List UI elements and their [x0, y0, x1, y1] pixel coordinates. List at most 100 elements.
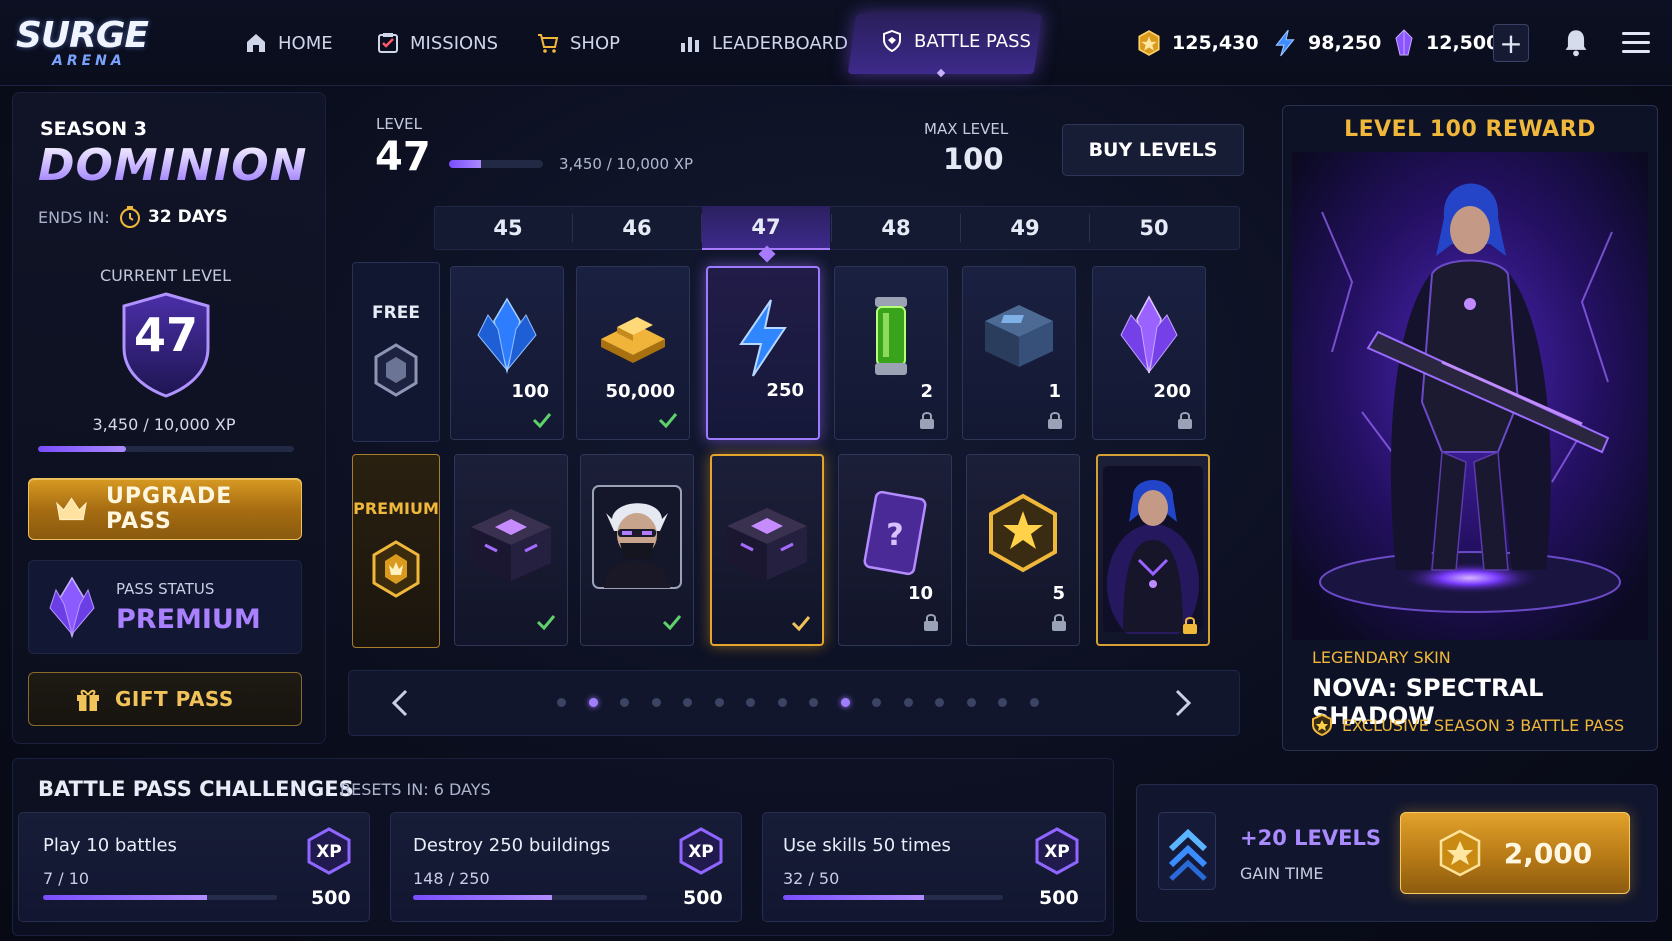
- reward-amount: 2: [920, 381, 933, 402]
- reward-amount: 5: [1052, 583, 1065, 604]
- nav-shop[interactable]: SHOP: [536, 26, 620, 60]
- level-boost-badge: [1158, 812, 1216, 890]
- challenge-card[interactable]: Destroy 250 buildings 148 / 250 XP 500: [390, 812, 742, 922]
- level-tab-46[interactable]: 46: [573, 206, 701, 250]
- reward-amount: 1: [1048, 381, 1061, 402]
- buy-boost-button[interactable]: 2,000: [1400, 812, 1630, 894]
- page-dot[interactable]: [1029, 698, 1039, 707]
- challenge-reward: 500: [683, 887, 723, 909]
- season-xp-bar-fill: [38, 446, 127, 452]
- current-level-label: CURRENT LEVEL: [100, 266, 232, 285]
- page-dot[interactable]: [714, 698, 724, 707]
- current-level-number: 47: [133, 308, 198, 362]
- reward-title: LEVEL 100 REWARD: [1344, 117, 1596, 142]
- lock-icon: [1052, 614, 1066, 631]
- challenge-reward: 500: [1039, 887, 1079, 909]
- challenge-progress-fill: [413, 895, 552, 900]
- nova-character-art[interactable]: [1292, 152, 1648, 640]
- challenge-name: Destroy 250 buildings: [413, 835, 611, 856]
- page-dot[interactable]: [746, 698, 755, 707]
- premium-reward-45[interactable]: [454, 454, 568, 646]
- gift-pass-button[interactable]: GIFT PASS: [28, 672, 302, 726]
- prev-page-button[interactable]: [383, 686, 417, 720]
- free-reward-47[interactable]: 250: [706, 266, 820, 440]
- notification-button[interactable]: [1562, 28, 1592, 58]
- gold-amount: 125,430: [1172, 32, 1259, 54]
- ends-in-value: 32 DAYS: [148, 207, 228, 227]
- page-dot[interactable]: [935, 698, 944, 707]
- free-reward-49[interactable]: 1: [962, 266, 1076, 440]
- cart-icon: [538, 34, 559, 53]
- level-tab-48[interactable]: 48: [832, 206, 960, 250]
- challenge-progress-bar: [413, 895, 647, 900]
- free-reward-45[interactable]: 100: [450, 266, 564, 440]
- page-dot[interactable]: [588, 698, 598, 707]
- premium-crystal-icon: [49, 576, 95, 638]
- free-reward-46[interactable]: 50,000: [576, 266, 690, 440]
- page-dot[interactable]: [903, 698, 913, 707]
- page-dot[interactable]: [557, 698, 566, 707]
- page-dot[interactable]: [840, 698, 850, 707]
- page-dot[interactable]: [651, 698, 661, 707]
- nav-battle-pass[interactable]: BATTLE PASS: [880, 24, 1031, 58]
- gift-icon: [77, 689, 99, 711]
- home-icon: [247, 34, 265, 52]
- page-dot[interactable]: [809, 698, 818, 707]
- premium-reward-50[interactable]: [1096, 454, 1210, 646]
- free-reward-50[interactable]: 200: [1092, 266, 1206, 440]
- level-tab-49[interactable]: 49: [961, 206, 1089, 250]
- nav-home[interactable]: HOME: [244, 26, 333, 60]
- level-tab-45[interactable]: 45: [444, 206, 572, 250]
- menu-button[interactable]: [1622, 30, 1652, 56]
- challenge-card[interactable]: Play 10 battles 7 / 10 XP 500: [18, 812, 370, 922]
- nav-missions[interactable]: MISSIONS: [376, 26, 498, 60]
- buy-levels-button[interactable]: BUY LEVELS: [1062, 124, 1244, 176]
- add-currency-button[interactable]: +: [1493, 24, 1529, 62]
- level-xp-bar: [449, 160, 543, 168]
- timer-icon: [120, 206, 140, 228]
- purple-crate-icon: [727, 508, 807, 580]
- page-dot[interactable]: [620, 698, 629, 707]
- challenge-progress-fill: [43, 895, 207, 900]
- reward-pager: [348, 670, 1240, 736]
- avatar-portrait-icon: [592, 485, 682, 589]
- free-reward-48[interactable]: 2: [834, 266, 948, 440]
- steel-crate-icon: [985, 305, 1053, 367]
- gem-amount: 12,500: [1426, 32, 1500, 54]
- premium-reward-48[interactable]: ? 10: [838, 454, 952, 646]
- next-page-button[interactable]: [1166, 686, 1200, 720]
- page-dot[interactable]: [966, 698, 976, 707]
- chevrons-up-icon: [1168, 828, 1208, 881]
- pass-status-label: PASS STATUS: [116, 580, 215, 598]
- xp-badge-label: XP: [688, 842, 714, 862]
- nav-leaderboard-label: LEADERBOARD: [712, 32, 849, 54]
- level-label: LEVEL: [376, 115, 422, 133]
- page-dot[interactable]: [683, 698, 692, 707]
- game-logo[interactable]: SURGE ARENA: [16, 18, 176, 74]
- premium-reward-47[interactable]: [710, 454, 824, 646]
- upgrade-pass-button[interactable]: UPGRADE PASS: [28, 478, 302, 540]
- lock-icon: [1178, 412, 1192, 429]
- premium-reward-46[interactable]: [580, 454, 694, 646]
- gold-bars-icon: [601, 317, 665, 363]
- page-dot[interactable]: [872, 698, 881, 707]
- premium-reward-49[interactable]: 5: [966, 454, 1080, 646]
- bell-icon: [1565, 30, 1587, 57]
- page-dot[interactable]: [777, 698, 787, 707]
- premium-track-label: PREMIUM: [352, 454, 440, 648]
- star-badge-icon: [989, 493, 1057, 573]
- reward-amount: 10: [907, 583, 933, 604]
- free-hex-icon: [374, 343, 418, 397]
- level-tab-50[interactable]: 50: [1090, 206, 1218, 250]
- level-xp-bar-fill: [449, 160, 482, 168]
- lock-icon: [1048, 412, 1062, 429]
- level-tab-47[interactable]: 47: [702, 206, 830, 250]
- challenge-progress-bar: [783, 895, 1003, 900]
- nav-leaderboard[interactable]: LEADERBOARD: [678, 26, 848, 60]
- page-dot[interactable]: [998, 698, 1007, 707]
- premium-track-title: PREMIUM: [353, 499, 439, 518]
- challenge-card[interactable]: Use skills 50 times 32 / 50 XP 500: [762, 812, 1106, 922]
- logo-title: SURGE: [16, 15, 149, 56]
- max-level-label: MAX LEVEL: [924, 120, 1009, 138]
- free-track-label: FREE: [352, 262, 440, 442]
